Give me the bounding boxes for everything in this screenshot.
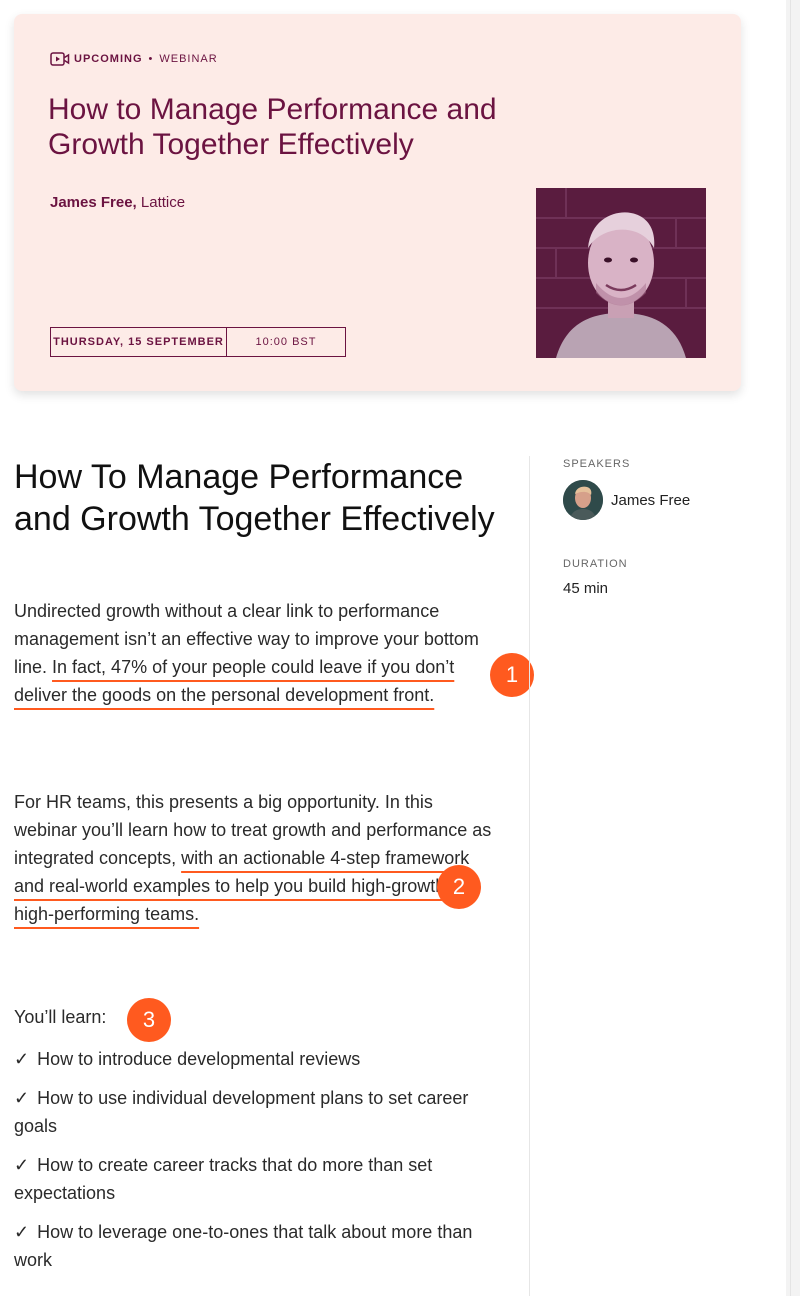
avatar — [563, 480, 603, 520]
sidebar-divider — [529, 456, 530, 1296]
host-company: Lattice — [136, 194, 186, 211]
hero-title: How to Manage Performance and Growth Tog… — [48, 93, 497, 161]
webinar-hero-card: UPCOMING • WEBINAR How to Manage Perform… — [14, 14, 741, 391]
avatar-image — [563, 480, 603, 520]
separator-dot: • — [148, 53, 154, 65]
check-icon: ✓ — [14, 1155, 30, 1175]
intro-highlight: In fact, 47% of your people could leave … — [14, 657, 455, 705]
duration-value: 45 min — [563, 580, 609, 597]
speakers-label: SPEAKERS — [563, 458, 631, 470]
scrollbar-line — [790, 0, 791, 1296]
annotation-badge-3: 3 — [127, 998, 171, 1042]
date-time-box: THURSDAY, 15 SEPTEMBER 10:00 BST — [50, 327, 346, 357]
learn-item: ✓ How to create career tracks that do mor… — [14, 1151, 484, 1207]
video-icon — [50, 52, 70, 66]
event-date: THURSDAY, 15 SEPTEMBER — [51, 328, 227, 356]
check-icon: ✓ — [14, 1049, 30, 1069]
event-eyebrow: UPCOMING • WEBINAR — [50, 52, 218, 66]
event-type: WEBINAR — [159, 53, 218, 65]
annotation-badge-2: 2 — [437, 865, 481, 909]
learn-item-text: How to leverage one-to-ones that talk ab… — [14, 1222, 473, 1270]
learn-list: ✓ How to introduce developmental reviews … — [14, 1045, 484, 1285]
check-icon: ✓ — [14, 1088, 30, 1108]
speaker-portrait-image — [536, 188, 706, 358]
scrollbar[interactable] — [786, 0, 800, 1296]
host-name: James Free, — [50, 194, 137, 211]
host-line: James Free, Lattice — [50, 194, 185, 211]
speaker-item[interactable]: James Free — [563, 480, 690, 520]
check-icon: ✓ — [14, 1222, 30, 1242]
learn-item: ✓ How to use individual development plans… — [14, 1084, 484, 1140]
learn-heading: You’ll learn: — [14, 1007, 107, 1027]
learn-item-text: How to create career tracks that do more… — [14, 1155, 433, 1203]
learn-item-text: How to use individual development plans … — [14, 1088, 469, 1136]
opportunity-paragraph: For HR teams, this presents a big opport… — [14, 788, 494, 928]
speaker-portrait — [536, 188, 706, 358]
learn-item: ✓ How to introduce developmental reviews — [14, 1045, 484, 1073]
intro-paragraph: Undirected growth without a clear link t… — [14, 597, 494, 709]
learn-item: ✓ How to leverage one-to-ones that talk a… — [14, 1218, 484, 1274]
event-time: 10:00 BST — [255, 336, 317, 348]
page-title: How To Manage Performance and Growth Tog… — [14, 458, 495, 538]
duration-label: DURATION — [563, 558, 628, 570]
annotation-badge-1: 1 — [490, 653, 534, 697]
learn-item-text: How to introduce developmental reviews — [37, 1049, 361, 1069]
upcoming-badge: UPCOMING — [74, 53, 143, 65]
speaker-name: James Free — [611, 491, 691, 509]
